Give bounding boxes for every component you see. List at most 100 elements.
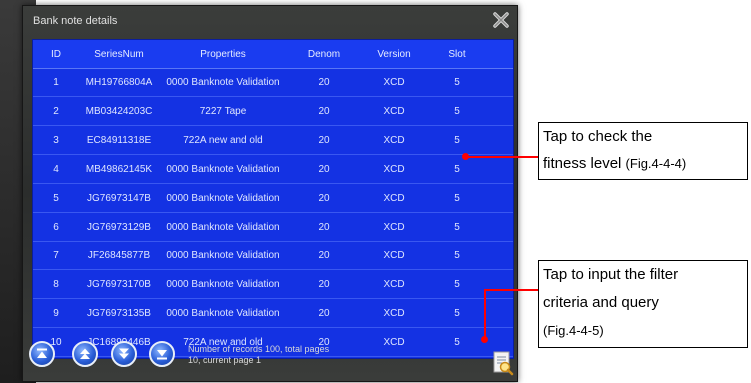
cell-id: 6 xyxy=(53,221,59,233)
cell-id: 7 xyxy=(53,250,59,262)
fitness-pointer-line xyxy=(466,156,522,158)
last-page-icon xyxy=(157,350,167,360)
cell-denom: 20 xyxy=(318,279,330,291)
records-line-1: Number of records 100, total pages xyxy=(188,344,330,354)
records-summary: Number of records 100, total pages 10, c… xyxy=(188,344,428,366)
header-denom: Denom xyxy=(307,48,341,60)
next-page-button[interactable] xyxy=(111,341,137,367)
cell-serial: JF26845877B xyxy=(87,250,151,262)
window-titlebar: Bank note details xyxy=(23,6,517,34)
cell-slot: 5 xyxy=(454,192,460,204)
cell-serial: MB03424203C xyxy=(85,105,153,117)
filter-callout-line2: criteria and query xyxy=(543,294,659,311)
cell-properties: 0000 Banknote Validation xyxy=(166,279,280,291)
first-page-icon xyxy=(37,348,47,358)
cell-properties: 0000 Banknote Validation xyxy=(166,163,280,175)
cell-version: XCD xyxy=(383,105,405,117)
filter-callout-ref: (Fig.4-4-5) xyxy=(543,323,604,338)
records-line-2: 10, current page 1 xyxy=(188,355,262,365)
cell-slot: 5 xyxy=(454,163,460,175)
table-row[interactable]: 6 JG76973129B 0000 Banknote Validation 20 XC… xyxy=(33,214,513,242)
cell-properties: 0000 Banknote Validation xyxy=(166,221,280,233)
table-row[interactable]: 3 EC84911318E 722A new and old 20 XCD 5 xyxy=(33,127,513,155)
cell-serial: MB49862145K xyxy=(85,163,153,175)
close-icon xyxy=(493,12,509,28)
cell-serial: EC84911318E xyxy=(86,134,152,146)
cell-properties: 0000 Banknote Validation xyxy=(166,308,280,320)
table-header: ID SeriesNum Properties Denom Version Sl… xyxy=(33,40,513,69)
table-row[interactable]: 8 JG76973170B 0000 Banknote Validation 20 XC… xyxy=(33,271,513,300)
cell-slot: 5 xyxy=(454,279,460,291)
filter-pointer-line-v xyxy=(484,289,486,339)
cell-slot: 5 xyxy=(454,221,460,233)
fitness-callout: Tap to check the fitness level (Fig.4-4-… xyxy=(538,122,748,180)
fitness-callout-line1: Tap to check the xyxy=(543,128,653,145)
cell-serial: JG76973135B xyxy=(87,308,151,320)
cell-serial: JG76973129B xyxy=(87,221,151,233)
bank-note-table: ID SeriesNum Properties Denom Version Sl… xyxy=(32,39,514,359)
header-id: ID xyxy=(51,48,61,60)
cell-id: 4 xyxy=(53,163,59,175)
first-page-button[interactable] xyxy=(29,341,55,367)
filter-query-icon xyxy=(493,351,514,376)
table-row[interactable]: 5 JG76973147B 0000 Banknote Validation 20 XC… xyxy=(33,185,513,213)
previous-page-button[interactable] xyxy=(72,341,98,367)
cell-id: 9 xyxy=(53,308,59,320)
fitness-callout-text: fitness level xyxy=(543,155,622,172)
table-row[interactable]: 1 MH19766804A 0000 Banknote Validation 20 XC… xyxy=(33,69,513,97)
fitness-callout-line2: fitness level (Fig.4-4-4) xyxy=(543,150,743,177)
cell-denom: 20 xyxy=(318,221,330,233)
filter-query-button[interactable] xyxy=(491,350,515,376)
cell-id: 5 xyxy=(53,192,59,204)
table-row[interactable]: 2 MB03424203C 7227 Tape 20 XCD 5 xyxy=(33,98,513,126)
header-version: Version xyxy=(377,48,411,60)
cell-slot: 5 xyxy=(454,77,460,88)
cell-version: XCD xyxy=(383,77,405,88)
previous-page-icon xyxy=(80,348,90,359)
cell-properties: 0000 Banknote Validation xyxy=(166,192,280,204)
cell-version: XCD xyxy=(383,221,405,233)
cell-slot: 5 xyxy=(454,250,460,262)
cell-id: 3 xyxy=(53,134,59,146)
cell-slot: 5 xyxy=(454,308,460,320)
cell-denom: 20 xyxy=(318,192,330,204)
fitness-pointer-line-end xyxy=(520,156,538,158)
filter-pointer-dot xyxy=(481,336,488,343)
next-page-icon xyxy=(119,348,129,359)
table-row[interactable]: 4 MB49862145K 0000 Banknote Validation 20 XC… xyxy=(33,156,513,184)
header-slot: Slot xyxy=(448,48,466,60)
cell-properties: 0000 Banknote Validation xyxy=(166,250,280,262)
cell-serial: MH19766804A xyxy=(85,77,153,88)
cell-id: 1 xyxy=(53,77,59,88)
filter-callout: Tap to input the filter criteria and que… xyxy=(538,260,748,348)
table-row[interactable]: 7 JF26845877B 0000 Banknote Validation 20 XC… xyxy=(33,242,513,271)
cell-properties: 0000 Banknote Validation xyxy=(166,77,280,88)
cell-version: XCD xyxy=(383,279,405,291)
cell-denom: 20 xyxy=(318,134,330,146)
cell-slot: 5 xyxy=(454,337,460,349)
filter-pointer-line-h xyxy=(484,289,538,291)
cell-properties: 722A new and old xyxy=(183,134,263,146)
cell-denom: 20 xyxy=(318,105,330,117)
table-row[interactable]: 9 JG76973135B 0000 Banknote Validation 20 XC… xyxy=(33,300,513,329)
filter-callout-line1: Tap to input the filter xyxy=(543,266,679,283)
bank-note-details-window: Bank note details ID SeriesNum Propertie… xyxy=(22,5,518,382)
cell-properties: 7227 Tape xyxy=(199,105,247,117)
cell-denom: 20 xyxy=(318,163,330,175)
window-title: Bank note details xyxy=(33,15,118,27)
cell-id: 8 xyxy=(53,279,59,291)
cell-version: XCD xyxy=(383,134,405,146)
cell-denom: 20 xyxy=(318,308,330,320)
last-page-button[interactable] xyxy=(149,341,175,367)
cell-serial: JG76973170B xyxy=(87,279,151,291)
cell-version: XCD xyxy=(383,163,405,175)
cell-denom: 20 xyxy=(318,250,330,262)
cell-serial: JG76973147B xyxy=(87,192,151,204)
cell-id: 2 xyxy=(53,105,59,117)
fitness-callout-ref: (Fig.4-4-4) xyxy=(625,156,687,171)
cell-denom: 20 xyxy=(318,77,330,88)
cell-version: XCD xyxy=(383,192,405,204)
close-button[interactable] xyxy=(490,9,512,31)
cell-version: XCD xyxy=(383,308,405,320)
cell-version: XCD xyxy=(383,250,405,262)
